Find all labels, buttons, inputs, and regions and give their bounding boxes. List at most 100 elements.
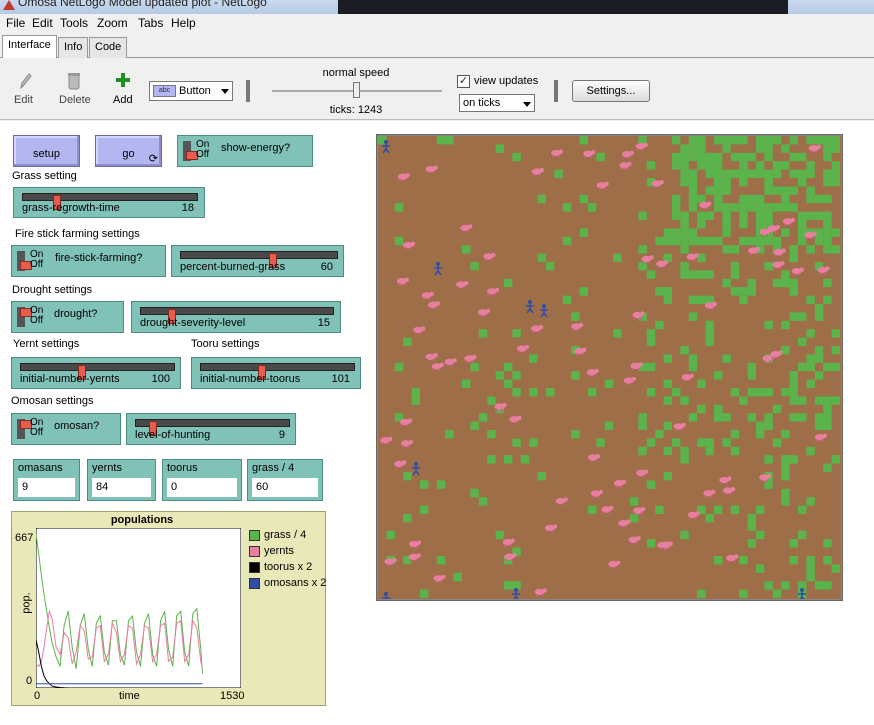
- grass-patch: [714, 136, 723, 145]
- grass-patch: [554, 169, 563, 178]
- grass-patch: [663, 396, 672, 405]
- grass-patch: [705, 236, 714, 246]
- grass-patch: [831, 228, 840, 237]
- grass-patch: [646, 329, 656, 338]
- initial-toorus-slider[interactable]: initial-number-toorus 101: [191, 357, 361, 389]
- y-tick-max: 667: [15, 532, 34, 544]
- view-updates-checkbox[interactable]: ✓: [457, 75, 470, 88]
- grass-patch: [579, 194, 588, 204]
- tab-info[interactable]: Info: [58, 37, 89, 58]
- delete-button[interactable]: Delete: [59, 94, 91, 106]
- grass-patch: [646, 337, 656, 346]
- grass-patch: [705, 152, 714, 162]
- monitor-omasans: omasans 9: [13, 459, 80, 501]
- grass-patch: [680, 396, 689, 405]
- grass-patch: [646, 480, 656, 489]
- grass-patch: [823, 194, 832, 204]
- grass-patch: [831, 144, 840, 153]
- menu-file[interactable]: File: [6, 16, 25, 30]
- grass-patch: [806, 556, 815, 565]
- menu-bar: File Edit Tools Zoom Tabs Help: [0, 14, 874, 34]
- update-mode-select[interactable]: on ticks: [459, 94, 535, 112]
- show-energy-switch[interactable]: On Off show-energy?: [177, 135, 313, 167]
- grass-patch: [672, 211, 681, 220]
- grass-patch: [478, 329, 488, 338]
- initial-yernts-slider[interactable]: initial-number-yernts 100: [11, 357, 181, 389]
- grass-patch: [772, 278, 782, 288]
- menu-tools[interactable]: Tools: [60, 16, 88, 30]
- settings-button[interactable]: Settings...: [572, 80, 650, 102]
- drought-severity-slider[interactable]: drought-severity-level 15: [131, 301, 341, 333]
- grass-patch: [445, 430, 454, 439]
- grass-patch: [697, 379, 706, 388]
- grass-patch: [739, 589, 748, 598]
- grass-patch: [781, 203, 790, 212]
- grass-patch: [638, 211, 647, 220]
- world-view[interactable]: [376, 134, 843, 601]
- grass-patch: [722, 169, 731, 178]
- grass-patch: [806, 362, 815, 372]
- grass-patch: [798, 396, 807, 405]
- menu-zoom[interactable]: Zoom: [97, 16, 128, 30]
- grass-patch: [688, 362, 698, 372]
- widget-type-select[interactable]: abc Button: [149, 81, 233, 101]
- edit-button[interactable]: Edit: [14, 94, 33, 106]
- grass-patch: [747, 278, 756, 288]
- grass-patch: [646, 161, 656, 170]
- tab-bar: Interface Info Code: [0, 34, 874, 59]
- grass-patch: [806, 186, 815, 195]
- grass-patch: [781, 430, 790, 439]
- grass-patch: [470, 488, 479, 498]
- percent-burned-grass-slider[interactable]: percent-burned-grass 60: [171, 245, 344, 277]
- menu-edit[interactable]: Edit: [32, 16, 53, 30]
- grass-patch: [781, 455, 790, 464]
- tab-interface[interactable]: Interface: [2, 35, 57, 59]
- x-tick-max: 1530: [220, 690, 245, 702]
- add-button[interactable]: Add: [113, 94, 133, 106]
- title-bar-background: [338, 0, 788, 14]
- grass-patch: [495, 144, 504, 153]
- grass-patch: [747, 169, 756, 178]
- grass-patch: [739, 169, 748, 178]
- grass-patch: [579, 287, 588, 296]
- grass-patch: [663, 421, 672, 430]
- level-of-hunting-slider[interactable]: level-of-hunting 9: [126, 413, 296, 445]
- grass-patch: [747, 362, 756, 372]
- grass-patch: [688, 312, 698, 321]
- grass-patch: [789, 455, 798, 464]
- grass-patch: [772, 589, 782, 598]
- grass-patch: [722, 178, 731, 187]
- omosan-switch[interactable]: On Off omosan?: [11, 413, 121, 445]
- menu-tabs[interactable]: Tabs: [138, 16, 163, 30]
- grass-patch: [798, 169, 807, 178]
- grass-patch: [646, 362, 656, 372]
- grass-patch: [462, 245, 471, 254]
- grass-patch: [672, 161, 681, 170]
- grass-patch: [546, 262, 555, 271]
- grass-regrowth-slider[interactable]: grass-regrowth-time 18: [13, 187, 205, 218]
- grass-patch: [672, 388, 681, 397]
- grass-patch: [831, 245, 840, 254]
- grass-patch: [697, 136, 706, 145]
- grass-patch: [730, 245, 740, 254]
- setup-button[interactable]: setup: [13, 135, 80, 167]
- note-tooru: Tooru settings: [191, 338, 260, 350]
- grass-patch: [688, 203, 698, 212]
- fire-stick-farming-switch[interactable]: On Off fire-stick-farming?: [11, 245, 166, 277]
- tab-code[interactable]: Code: [89, 37, 128, 58]
- speed-slider-thumb[interactable]: [353, 82, 360, 98]
- grass-patch: [462, 379, 471, 388]
- grass-patch: [789, 245, 798, 254]
- grass-patch: [394, 362, 404, 372]
- grass-patch: [823, 211, 832, 220]
- menu-help[interactable]: Help: [171, 16, 196, 30]
- grass-patch: [823, 421, 832, 430]
- grass-patch: [781, 186, 790, 195]
- drought-switch[interactable]: On Off drought?: [11, 301, 124, 333]
- grass-patch: [680, 228, 689, 237]
- go-button[interactable]: go ⟳: [95, 135, 162, 167]
- grass-patch: [756, 236, 765, 246]
- grass-patch: [814, 371, 824, 380]
- grass-patch: [814, 396, 824, 405]
- grass-patch: [722, 354, 731, 363]
